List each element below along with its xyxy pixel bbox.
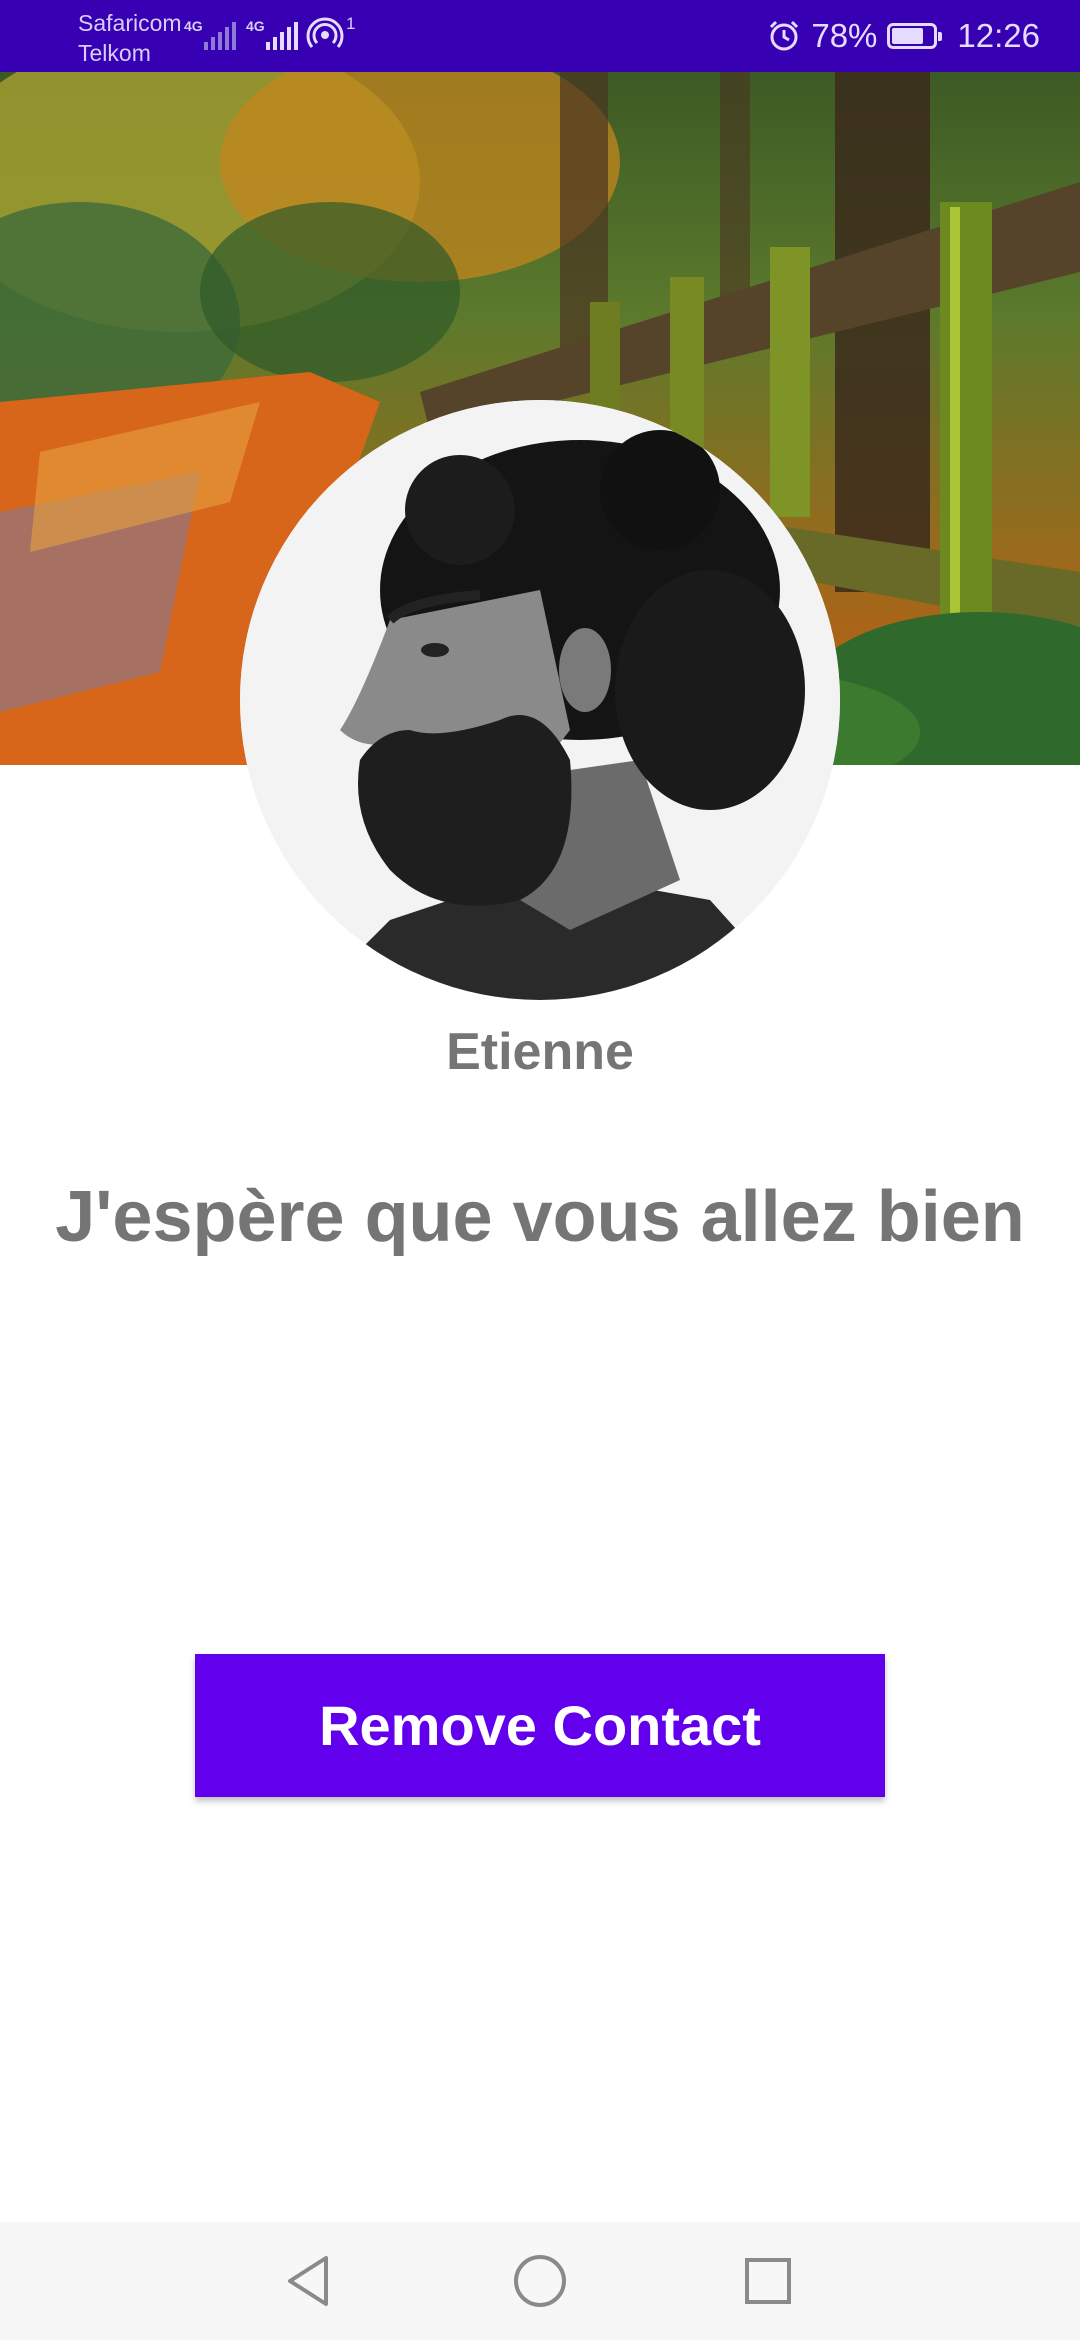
recents-icon bbox=[745, 2258, 791, 2304]
battery-icon bbox=[887, 23, 943, 49]
contact-name: Etienne bbox=[446, 1023, 634, 1081]
hotspot-count: 1 bbox=[346, 14, 356, 33]
navigation-bar bbox=[0, 2222, 1080, 2340]
clock: 12:26 bbox=[957, 17, 1040, 54]
contact-message: J'espère que vous allez bien bbox=[55, 1177, 1025, 1257]
carrier-names: Safaricom Telkom bbox=[78, 8, 182, 68]
remove-contact-button[interactable]: Remove Contact bbox=[195, 1654, 885, 1797]
status-bar: Safaricom Telkom 4G 4G 1 78% 12:26 bbox=[0, 0, 1080, 72]
back-button[interactable] bbox=[250, 2222, 368, 2340]
signal-icon bbox=[266, 22, 298, 50]
screen: Safaricom Telkom 4G 4G 1 78% 12:26 Etien… bbox=[0, 0, 1080, 2340]
battery-fill bbox=[892, 28, 924, 44]
signal-icon bbox=[204, 22, 236, 50]
carrier-2: Telkom bbox=[78, 40, 151, 66]
home-icon bbox=[514, 2255, 566, 2307]
home-button[interactable] bbox=[481, 2222, 599, 2340]
bearded-man-portrait bbox=[240, 400, 840, 1000]
recents-button[interactable] bbox=[709, 2222, 827, 2340]
status-right-group: 78% 12:26 bbox=[767, 0, 1040, 72]
network-type-2: 4G bbox=[246, 18, 265, 34]
hotspot-icon bbox=[306, 17, 344, 48]
avatar[interactable] bbox=[240, 400, 840, 1000]
battery-percent: 78% bbox=[811, 17, 878, 54]
carrier-1: Safaricom bbox=[78, 10, 182, 36]
alarm-icon bbox=[770, 20, 799, 51]
back-icon bbox=[288, 2256, 328, 2306]
network-type-1: 4G bbox=[184, 18, 203, 34]
